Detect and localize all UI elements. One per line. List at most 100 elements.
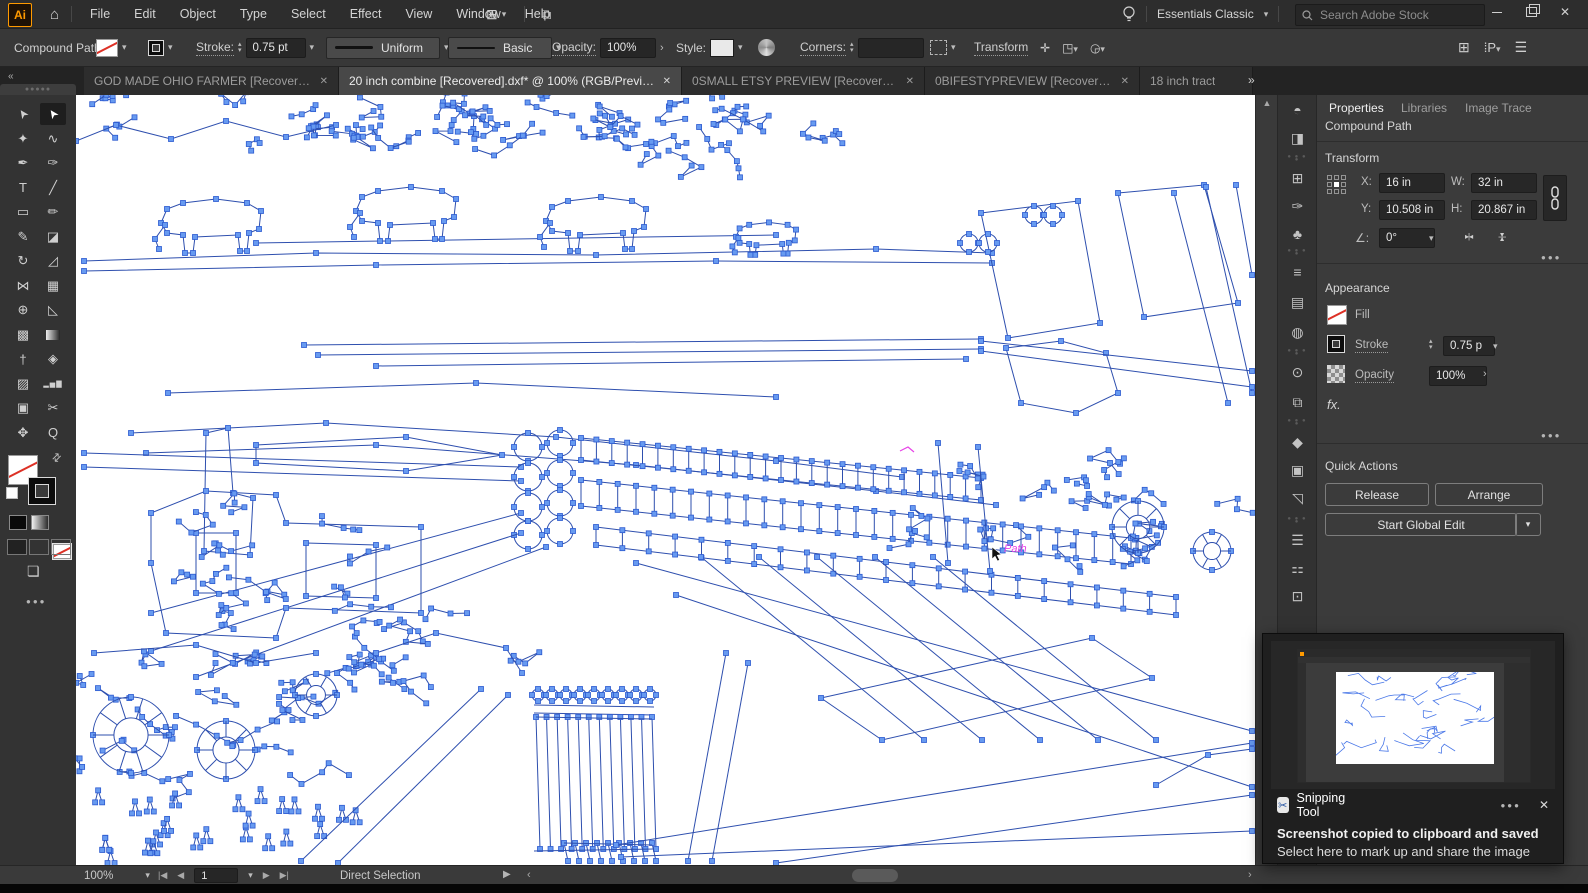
- anchor-point[interactable]: [103, 835, 108, 840]
- anchor-point[interactable]: [644, 152, 649, 157]
- vector-path[interactable]: [938, 443, 948, 563]
- anchor-point[interactable]: [193, 510, 198, 515]
- anchor-point[interactable]: [526, 461, 531, 466]
- draw-normal-button[interactable]: [7, 539, 27, 555]
- anchor-point[interactable]: [155, 851, 160, 856]
- anchor-point[interactable]: [408, 629, 413, 634]
- workspace-switcher[interactable]: Essentials Classic: [1157, 7, 1254, 21]
- anchor-point[interactable]: [540, 445, 545, 450]
- anchor-point[interactable]: [910, 581, 915, 586]
- anchor-point[interactable]: [360, 134, 365, 139]
- vector-path[interactable]: [318, 349, 981, 355]
- type-tool[interactable]: T: [10, 177, 36, 199]
- toolbar-more-icon[interactable]: ●●●: [26, 597, 47, 606]
- anchor-point[interactable]: [523, 661, 528, 666]
- opacity-field[interactable]: 100%: [1429, 366, 1487, 386]
- anchor-point[interactable]: [512, 445, 517, 450]
- anchor-point[interactable]: [191, 251, 196, 256]
- anchor-point[interactable]: [707, 491, 712, 496]
- anchor-point[interactable]: [80, 764, 85, 769]
- anchor-point[interactable]: [1038, 738, 1043, 743]
- anchor-point[interactable]: [741, 117, 746, 122]
- anchor-point[interactable]: [564, 699, 569, 704]
- anchor-point[interactable]: [246, 142, 251, 147]
- anchor-point[interactable]: [537, 650, 542, 655]
- vector-path[interactable]: [642, 717, 646, 849]
- anchor-point[interactable]: [241, 99, 246, 104]
- anchor-point[interactable]: [957, 469, 962, 474]
- stroke-indicator[interactable]: [28, 477, 56, 505]
- anchor-point[interactable]: [240, 837, 245, 842]
- anchor-point[interactable]: [214, 688, 219, 693]
- anchor-point[interactable]: [825, 460, 830, 465]
- anchor-point[interactable]: [1051, 204, 1056, 209]
- perspective-grid-tool[interactable]: ◺: [40, 299, 66, 321]
- anchor-point[interactable]: [635, 122, 640, 127]
- anchor-point[interactable]: [147, 797, 152, 802]
- anchor-point[interactable]: [640, 464, 645, 469]
- anchor-point[interactable]: [243, 601, 248, 606]
- anchor-point[interactable]: [886, 466, 891, 471]
- anchor-point[interactable]: [902, 468, 907, 473]
- anchor-point[interactable]: [578, 687, 583, 692]
- anchor-point[interactable]: [208, 839, 213, 844]
- vector-path[interactable]: [676, 595, 1252, 787]
- anchor-point[interactable]: [434, 631, 439, 636]
- anchor-point[interactable]: [272, 580, 277, 585]
- anchor-point[interactable]: [1085, 484, 1090, 489]
- anchor-point[interactable]: [578, 699, 583, 704]
- anchor-point[interactable]: [265, 598, 270, 603]
- anchor-point[interactable]: [967, 250, 972, 255]
- anchor-point[interactable]: [259, 209, 264, 214]
- horizontal-scrollbar-thumb[interactable]: [852, 869, 898, 882]
- anchor-point[interactable]: [390, 663, 395, 668]
- anchor-point[interactable]: [505, 122, 510, 127]
- anchor-point[interactable]: [936, 566, 941, 571]
- anchor-point[interactable]: [1068, 600, 1073, 605]
- vector-path[interactable]: [256, 235, 776, 243]
- anchor-point[interactable]: [1151, 519, 1156, 524]
- anchor-point[interactable]: [76, 680, 79, 685]
- anchor-point[interactable]: [213, 652, 218, 657]
- anchor-point[interactable]: [194, 591, 199, 596]
- anchor-point[interactable]: [538, 95, 543, 97]
- anchor-point[interactable]: [429, 606, 434, 611]
- corners-stepper[interactable]: ▴▾: [850, 42, 854, 54]
- rotation-dropdown-icon[interactable]: ▾: [1429, 233, 1434, 244]
- vector-path[interactable]: [655, 136, 687, 146]
- anchor-point[interactable]: [282, 689, 287, 694]
- anchor-point[interactable]: [284, 606, 289, 611]
- anchor-point[interactable]: [958, 241, 963, 246]
- anchor-point[interactable]: [76, 756, 77, 761]
- anchor-point[interactable]: [932, 493, 937, 498]
- width-profile-select[interactable]: Uniform: [326, 37, 440, 59]
- anchor-point[interactable]: [300, 717, 305, 722]
- anchor-point[interactable]: [277, 695, 282, 700]
- anchor-point[interactable]: [257, 140, 262, 145]
- anchor-point[interactable]: [358, 211, 363, 216]
- anchor-point[interactable]: [82, 269, 87, 274]
- anchor-point[interactable]: [1042, 579, 1047, 584]
- anchor-point[interactable]: [174, 713, 179, 718]
- anchor-point[interactable]: [1161, 501, 1166, 506]
- anchor-point[interactable]: [82, 259, 87, 264]
- anchor-point[interactable]: [744, 495, 749, 500]
- anchor-point[interactable]: [1055, 528, 1060, 533]
- anchor-point[interactable]: [221, 503, 226, 508]
- anchor-point[interactable]: [361, 618, 366, 623]
- corners-field[interactable]: [858, 38, 924, 58]
- anchor-point[interactable]: [931, 555, 936, 560]
- anchor-point[interactable]: [625, 462, 630, 467]
- anchor-point[interactable]: [579, 478, 584, 483]
- anchor-point[interactable]: [873, 555, 878, 560]
- vector-path[interactable]: [168, 383, 776, 397]
- anchor-point[interactable]: [988, 569, 993, 574]
- anchor-point[interactable]: [315, 834, 320, 839]
- anchor-point[interactable]: [1235, 496, 1240, 501]
- anchor-point[interactable]: [304, 594, 309, 599]
- anchor-point[interactable]: [263, 846, 268, 851]
- vector-path[interactable]: [547, 717, 551, 849]
- anchor-point[interactable]: [737, 226, 742, 231]
- artboard-tool[interactable]: ▣: [10, 397, 36, 419]
- anchor-point[interactable]: [595, 841, 600, 846]
